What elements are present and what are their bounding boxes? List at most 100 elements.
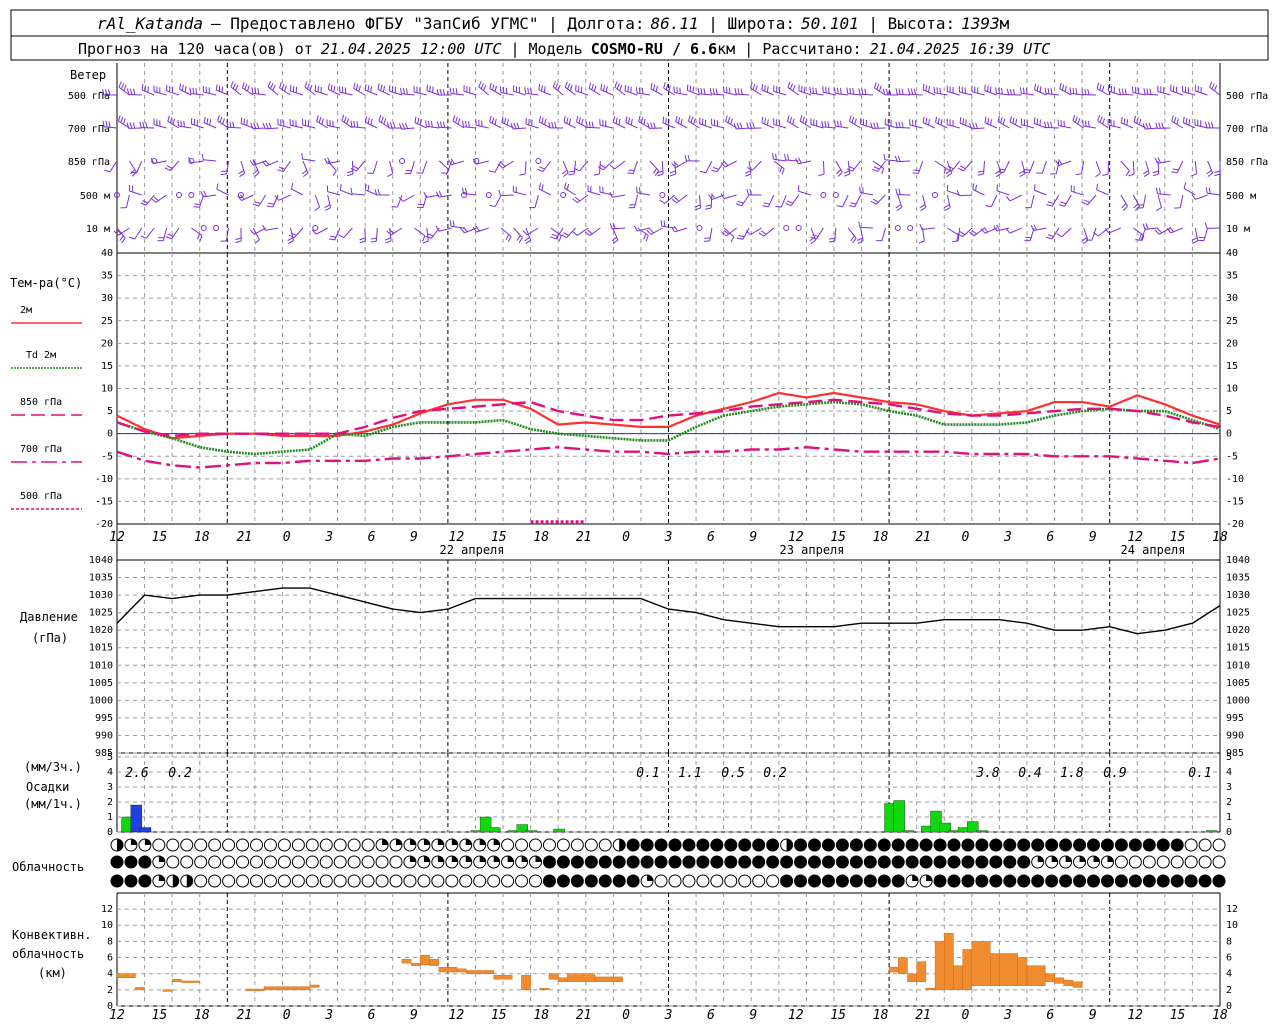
precip-label-8: 1.8	[1060, 766, 1084, 781]
wind-feather-2-45-0	[670, 174, 676, 176]
wind-feather-1-59-0	[835, 120, 836, 126]
pres-ytick-right-1: 1035	[1226, 573, 1250, 584]
wind-feather-2-20-0	[351, 168, 356, 171]
wind-calm-4-54	[784, 226, 789, 231]
cloud-symbol-1-41	[683, 856, 695, 868]
wind-feather-3-77-0	[1059, 205, 1065, 207]
wind-feather-0-7-2	[196, 88, 197, 94]
wind-calm-3-30	[486, 193, 491, 198]
cloud-quarter-1-21	[410, 856, 416, 862]
wind-barb-1-24	[401, 128, 414, 129]
temp-hour-26: 18	[1212, 530, 1228, 545]
wind-feather-0-34-1	[528, 88, 529, 94]
wind-barb-3-86	[1180, 195, 1183, 208]
conv-hour-6: 6	[368, 1008, 376, 1023]
wind-barb-4-70	[974, 228, 984, 236]
wind-feather-3-23-0	[391, 207, 397, 208]
wind-feather-0-36-0	[553, 81, 555, 86]
temp-ytick-right-11: -15	[1226, 496, 1244, 507]
wind-feather-1-50-1	[728, 117, 730, 123]
wind-feather-3-65-1	[920, 205, 925, 208]
cloud-quarter-0-24	[452, 839, 458, 845]
wind-feather-0-20-2	[359, 86, 361, 92]
conv-bar-16	[521, 975, 530, 990]
wind-feather-1-85-2	[1162, 122, 1164, 128]
wind-barb-0-37	[565, 87, 575, 95]
wind-feather-4-36-1	[552, 234, 558, 236]
temp-hour-21: 3	[1003, 530, 1012, 545]
wind-feather-4-75-1	[1034, 225, 1037, 230]
wind-feather-4-76-1	[1048, 235, 1054, 237]
wind-feather-1-69-0	[960, 117, 961, 123]
wind-barb-3-83	[1143, 195, 1145, 208]
wind-feather-1-26-1	[428, 121, 429, 127]
wind-barb-0-51	[736, 94, 749, 95]
wind-barb-4-44	[651, 228, 662, 234]
cloud-quarter-0-2	[145, 839, 151, 845]
wind-feather-4-59-1	[851, 236, 855, 241]
prec-ytick-right-3: 2	[1226, 797, 1232, 808]
wind-feather-0-72-2	[1002, 88, 1003, 94]
wind-feather-1-37-1	[567, 118, 568, 124]
cloud-symbol-1-20	[390, 856, 402, 868]
cloud-symbol-2-53	[850, 875, 862, 887]
conv-ytick-left-5: 2	[107, 985, 113, 996]
wind-feather-0-80-2	[1102, 86, 1103, 92]
wind-feather-0-12-1	[255, 88, 256, 94]
cloud-symbol-0-65	[1018, 839, 1030, 851]
temp-hour-1: 15	[152, 530, 168, 545]
wind-feather-0-26-0	[427, 85, 428, 91]
wind-feather-0-40-2	[606, 86, 607, 92]
wind-feather-3-16-0	[315, 207, 320, 210]
wind-barb-4-51	[743, 228, 749, 239]
wind-feather-1-53-0	[762, 117, 763, 123]
wind-feather-1-33-1	[514, 123, 516, 129]
pres-ytick-right-9: 995	[1226, 713, 1244, 724]
cloud-symbol-1-49	[795, 856, 807, 868]
wind-barb-0-43	[637, 93, 650, 95]
wind-feather-4-40-1	[612, 237, 617, 241]
wind-barb-2-87	[1195, 161, 1196, 174]
wind-barb-3-31	[495, 195, 501, 207]
wind-feather-4-2-0	[129, 237, 135, 239]
wind-barb-2-25	[423, 161, 427, 173]
calc-label: Рассчитано:	[762, 40, 861, 58]
wind-feather-0-13-1	[270, 83, 273, 88]
cloud-symbol-1-4	[167, 856, 179, 868]
wind-barb-2-8	[203, 160, 216, 161]
cloud-symbol-0-7	[209, 839, 221, 851]
cloud-symbol-2-14	[306, 875, 318, 887]
wind-barb-2-40	[603, 161, 612, 170]
wind-feather-1-71-2	[991, 119, 992, 125]
wind-feather-1-64-0	[896, 122, 897, 128]
cloud-symbol-2-10	[251, 875, 263, 887]
wind-feather-4-84-0	[1143, 224, 1145, 230]
cloud-symbol-2-21	[404, 875, 416, 887]
header-line-1: rAl_Katanda— Предоставлено ФГБУ "ЗапСиб …	[97, 14, 1010, 33]
wind-feather-1-9-0	[218, 115, 220, 121]
wind-barb-3-34	[535, 195, 538, 208]
wind-barb-0-48	[699, 94, 712, 95]
wind-feather-1-5-0	[168, 116, 170, 122]
cloud-symbol-1-77	[1185, 856, 1197, 868]
wind-barb-2-48	[706, 161, 712, 173]
wind-feather-0-82-2	[1125, 89, 1126, 95]
wind-feather-2-11-0	[254, 173, 259, 177]
wind-feather-3-87-0	[1184, 183, 1186, 189]
pres-ytick-right-5: 1015	[1226, 643, 1250, 654]
wind-feather-3-17-0	[325, 208, 330, 211]
wind-barb-2-0	[110, 161, 117, 172]
wind-feather-4-58-1	[829, 238, 835, 239]
conv-bar-14	[466, 970, 494, 973]
wind-barb-0-57	[811, 93, 824, 95]
wind-barb-1-16	[303, 125, 316, 128]
wind-feather-2-16-0	[302, 153, 303, 159]
wind-barb-0-69	[959, 92, 972, 95]
wind-barb-0-46	[674, 92, 687, 95]
wind-barb-0-30	[479, 87, 489, 95]
cloud-half-2-5	[187, 875, 193, 887]
temp-hour-12: 0	[622, 530, 630, 545]
cloud-symbol-1-35	[599, 856, 611, 868]
wind-barb-2-14	[283, 161, 290, 172]
cloud-symbol-0-76	[1171, 839, 1183, 851]
